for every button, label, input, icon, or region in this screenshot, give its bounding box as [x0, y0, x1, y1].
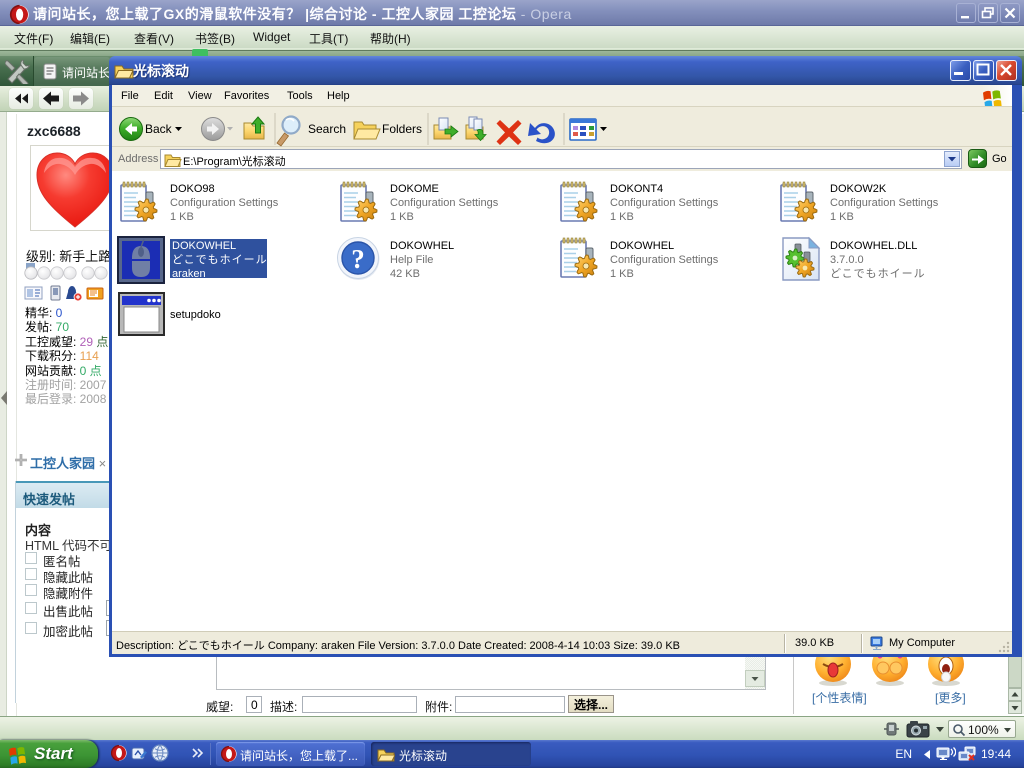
svg-text:Back: Back: [145, 122, 173, 136]
svg-text:?: ?: [351, 244, 365, 274]
svg-text:Folders: Folders: [382, 122, 422, 136]
svg-text:Search: Search: [308, 122, 346, 136]
